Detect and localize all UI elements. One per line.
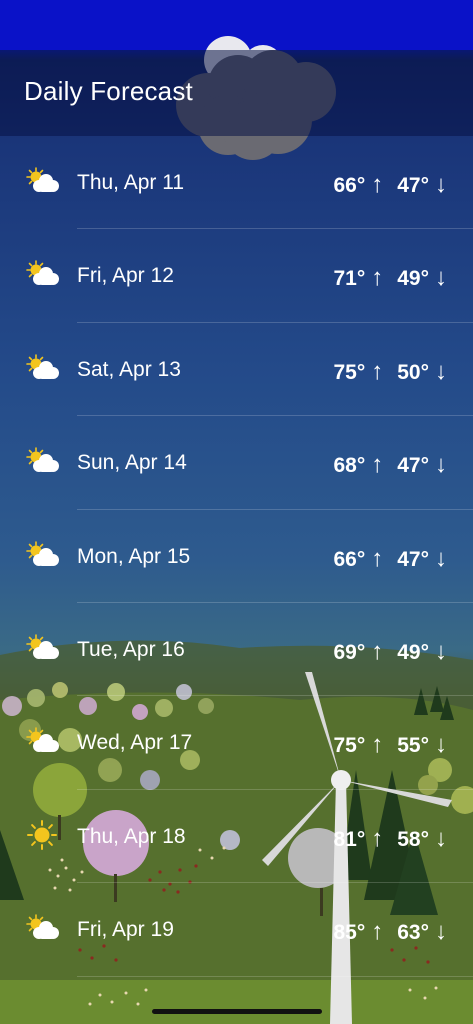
forecast-row[interactable]: Sun, Apr 14 68° ↑ 47° ↓ <box>0 416 473 510</box>
arrow-down-icon: ↓ <box>435 357 447 385</box>
low-temp: 47° <box>397 547 429 571</box>
forecast-row[interactable]: Thu, Apr 11 66° ↑ 47° ↓ <box>0 136 473 230</box>
forecast-temps: 81° ↑ 58° ↓ <box>333 825 447 853</box>
forecast-row[interactable]: Sat, Apr 13 75° ↑ 50° ↓ <box>0 323 473 417</box>
forecast-date: Fri, Apr 19 <box>77 918 174 942</box>
low-temp: 47° <box>397 174 429 197</box>
forecast-temps: 68° ↑ 47° ↓ <box>333 451 447 479</box>
arrow-up-icon: ↑ <box>371 824 384 852</box>
forecast-date: Thu, Apr 11 <box>77 171 185 194</box>
low-temp: 47° <box>397 454 429 478</box>
forecast-row[interactable]: Wed, Apr 17 75° ↑ 55° ↓ <box>0 696 473 790</box>
low-temp: 55° <box>397 734 429 758</box>
forecast-row[interactable]: Fri, Apr 12 71° ↑ 49° ↓ <box>0 229 473 323</box>
low-temp: 63° <box>397 921 429 945</box>
arrow-up-icon: ↑ <box>371 264 384 292</box>
arrow-down-icon: ↓ <box>435 544 447 572</box>
arrow-up-icon: ↑ <box>371 357 384 385</box>
arrow-up-icon: ↑ <box>371 731 384 759</box>
arrow-down-icon: ↓ <box>435 451 447 479</box>
high-temp: 66° <box>333 174 366 197</box>
high-temp: 75° <box>333 360 366 384</box>
arrow-down-icon: ↓ <box>435 731 447 759</box>
forecast-row[interactable]: Thu, Apr 18 81° ↑ 58° ↓ <box>0 790 473 884</box>
arrow-up-icon: ↑ <box>371 918 384 946</box>
arrow-up-icon: ↑ <box>371 637 384 665</box>
forecast-temps: 75° ↑ 50° ↓ <box>333 358 447 386</box>
forecast-date: Tue, Apr 16 <box>77 637 185 661</box>
forecast-date: Sat, Apr 13 <box>77 357 181 381</box>
header: Daily Forecast <box>0 50 473 136</box>
forecast-date: Wed, Apr 17 <box>77 731 193 755</box>
forecast-list: Thu, Apr 11 66° ↑ 47° ↓ Fri, Apr 12 71° ↑ 49° ↓ Sa… <box>0 136 473 977</box>
forecast-temps: 75° ↑ 55° ↓ <box>333 731 447 759</box>
partly-sunny-icon <box>24 259 60 289</box>
low-temp: 50° <box>397 360 429 384</box>
forecast-row[interactable]: Mon, Apr 15 66° ↑ 47° ↓ <box>0 510 473 603</box>
arrow-up-icon: ↑ <box>371 451 384 479</box>
low-temp: 49° <box>397 640 429 664</box>
high-temp: 75° <box>333 734 366 758</box>
forecast-temps: 66° ↑ 47° ↓ <box>333 171 447 199</box>
arrow-down-icon: ↓ <box>435 918 447 946</box>
arrow-down-icon: ↓ <box>435 824 447 852</box>
arrow-down-icon: ↓ <box>435 264 447 292</box>
arrow-down-icon: ↓ <box>435 637 447 665</box>
forecast-row[interactable]: Fri, Apr 19 85° ↑ 63° ↓ <box>0 883 473 977</box>
forecast-temps: 85° ↑ 63° ↓ <box>333 918 447 946</box>
high-temp: 68° <box>333 454 366 478</box>
page-title: Daily Forecast <box>24 76 193 106</box>
high-temp: 69° <box>333 640 366 664</box>
home-indicator[interactable] <box>152 1009 322 1014</box>
high-temp: 85° <box>333 921 366 945</box>
partly-sunny-icon <box>24 540 60 570</box>
low-temp: 49° <box>397 267 429 291</box>
row-divider <box>77 975 473 977</box>
forecast-date: Mon, Apr 15 <box>77 544 191 568</box>
arrow-up-icon: ↑ <box>371 171 384 198</box>
arrow-down-icon: ↓ <box>435 171 447 198</box>
partly-sunny-icon <box>24 726 60 756</box>
partly-sunny-icon <box>24 913 60 943</box>
sunny-icon <box>24 819 60 850</box>
high-temp: 71° <box>333 267 366 291</box>
low-temp: 58° <box>397 827 429 851</box>
partly-sunny-icon <box>24 353 60 383</box>
high-temp: 81° <box>333 827 366 851</box>
forecast-temps: 66° ↑ 47° ↓ <box>333 545 447 573</box>
partly-sunny-icon <box>24 446 60 476</box>
arrow-up-icon: ↑ <box>371 544 384 572</box>
forecast-date: Sun, Apr 14 <box>77 451 187 475</box>
forecast-row[interactable]: Tue, Apr 16 69° ↑ 49° ↓ <box>0 603 473 697</box>
partly-sunny-icon <box>24 166 60 196</box>
forecast-date: Thu, Apr 18 <box>77 824 186 848</box>
high-temp: 66° <box>333 547 366 571</box>
forecast-date: Fri, Apr 12 <box>77 264 174 288</box>
forecast-temps: 69° ↑ 49° ↓ <box>333 638 447 666</box>
partly-sunny-icon <box>24 633 60 663</box>
forecast-temps: 71° ↑ 49° ↓ <box>333 264 447 292</box>
